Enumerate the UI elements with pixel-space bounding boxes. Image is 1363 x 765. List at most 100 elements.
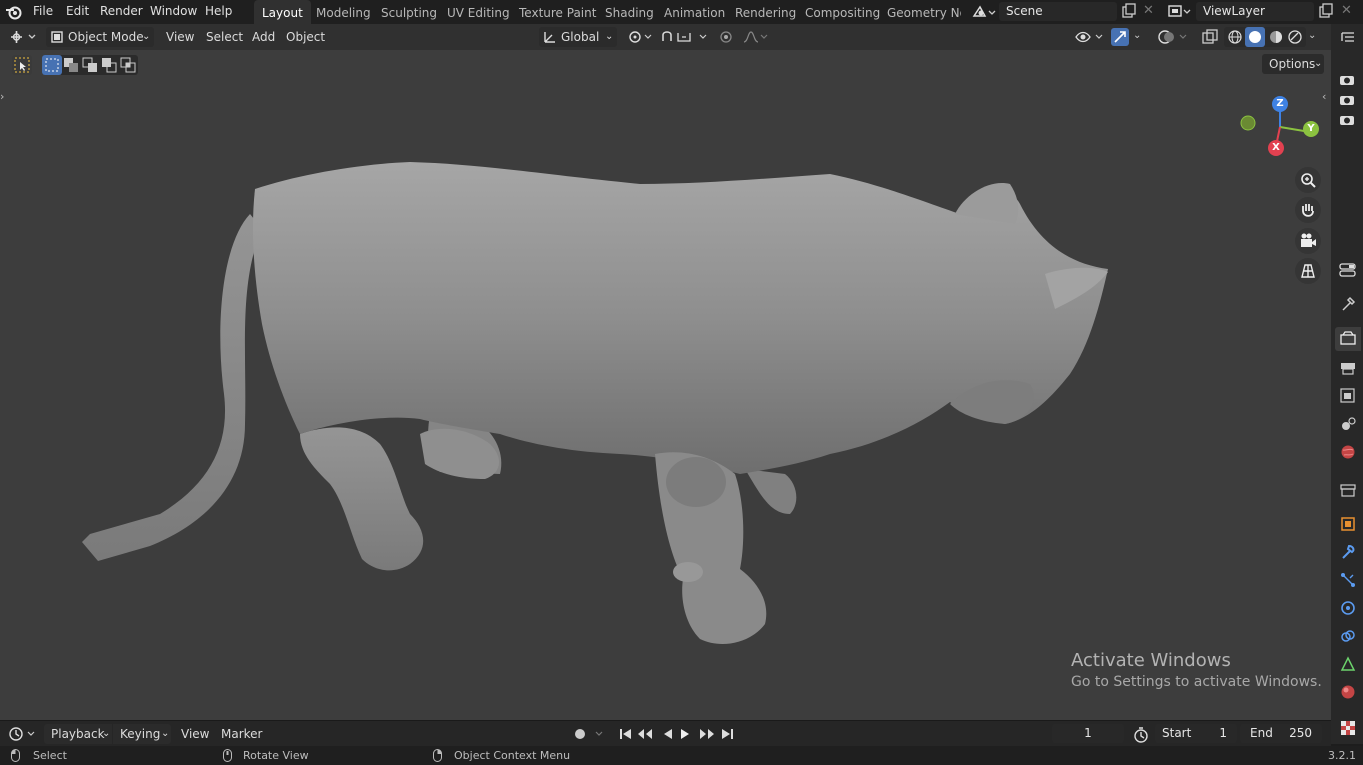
activate-windows-subtitle: Go to Settings to activate Windows.: [1071, 674, 1322, 690]
sidebar-toggle-icon[interactable]: ‹: [1322, 90, 1326, 103]
output-properties-icon[interactable]: [1340, 360, 1356, 376]
proportional-editing-icon[interactable]: [716, 29, 770, 45]
select-subtract-icon[interactable]: [82, 57, 98, 73]
end-frame-field[interactable]: End 250: [1240, 724, 1322, 743]
timeline-menu-marker[interactable]: Marker: [221, 724, 262, 744]
select-new-button[interactable]: [42, 55, 62, 75]
chevron-down-icon[interactable]: ⌄: [1133, 30, 1141, 41]
copy-scene-icon[interactable]: [1121, 3, 1137, 19]
world-properties-icon[interactable]: [1340, 444, 1356, 460]
snap-icon[interactable]: [660, 29, 712, 45]
tab-animation[interactable]: Animation: [656, 0, 733, 24]
toggle-perspective-button[interactable]: [1295, 258, 1321, 284]
copy-view-layer-icon[interactable]: [1318, 3, 1334, 19]
keying-menu[interactable]: Keying ⌄: [113, 724, 171, 744]
menu-render[interactable]: Render: [100, 4, 143, 18]
gizmo-x-axis[interactable]: X: [1268, 140, 1284, 156]
viewport-menu-view[interactable]: View: [166, 27, 194, 47]
select-intersect-icon[interactable]: [120, 57, 136, 73]
viewport-menu-select[interactable]: Select: [206, 27, 243, 47]
close-view-layer-icon[interactable]: ✕: [1341, 3, 1352, 18]
menu-window[interactable]: Window: [150, 4, 197, 18]
render-properties-tab[interactable]: [1335, 327, 1361, 351]
tab-uv-editing[interactable]: UV Editing: [439, 0, 518, 24]
chevron-down-icon[interactable]: ⌄: [1308, 30, 1316, 41]
start-frame-field[interactable]: Start 1: [1155, 724, 1237, 743]
render-icon: [1340, 331, 1356, 345]
tab-modeling[interactable]: Modeling: [308, 0, 379, 24]
menu-help[interactable]: Help: [205, 4, 232, 18]
tab-rendering[interactable]: Rendering: [727, 0, 804, 24]
select-invert-icon[interactable]: [101, 57, 117, 73]
tool-settings-icon[interactable]: [1340, 296, 1356, 312]
gizmo-z-axis[interactable]: Z: [1272, 96, 1288, 112]
select-extend-icon[interactable]: [63, 57, 79, 73]
editor-type-icon[interactable]: [8, 28, 40, 46]
timeline-menu-view[interactable]: View: [181, 724, 209, 744]
scene-selector-icon[interactable]: [972, 4, 996, 20]
solid-shading-button[interactable]: [1245, 27, 1265, 47]
modifier-properties-icon[interactable]: [1340, 544, 1356, 560]
object-properties-icon[interactable]: [1340, 516, 1356, 532]
play-icon: [681, 729, 689, 739]
pivot-point-icon[interactable]: [626, 29, 656, 45]
rendered-shading-icon[interactable]: [1287, 29, 1303, 45]
select-tool-button[interactable]: [12, 55, 32, 75]
particles-properties-icon[interactable]: [1340, 572, 1356, 588]
3d-viewport[interactable]: Z Y X ‹ › Activate Windows Go to Setting…: [0, 24, 1331, 720]
grid-icon: [1301, 264, 1315, 278]
view-layer-properties-icon[interactable]: [1340, 388, 1356, 404]
current-frame-field[interactable]: 1: [1052, 724, 1124, 743]
view-layer-field[interactable]: ViewLayer: [1196, 2, 1314, 21]
chevron-down-icon: ⌄: [102, 728, 111, 739]
auto-keying-icon[interactable]: [569, 725, 609, 743]
zoom-button[interactable]: [1295, 167, 1321, 193]
transform-orientation-dropdown[interactable]: Global ⌄: [539, 27, 617, 47]
playback-menu[interactable]: Playback ⌄: [44, 724, 112, 744]
stopwatch-icon[interactable]: [1132, 726, 1150, 744]
blender-logo-icon[interactable]: [5, 4, 23, 20]
properties-editor-icon[interactable]: [1339, 262, 1357, 278]
camera-visibility-icon[interactable]: [1339, 112, 1355, 128]
visibility-icon[interactable]: [1074, 29, 1106, 45]
menu-edit[interactable]: Edit: [66, 4, 89, 18]
camera-visibility-icon[interactable]: [1339, 92, 1355, 108]
properties-strip: [1331, 24, 1363, 744]
texture-properties-icon[interactable]: [1340, 720, 1356, 736]
viewport-menu-add[interactable]: Add: [252, 27, 275, 47]
toolbar-toggle-icon[interactable]: ›: [0, 90, 4, 103]
tab-geometry-nodes[interactable]: Geometry Noc: [879, 0, 961, 24]
outliner-icon[interactable]: [1340, 30, 1356, 46]
gizmo-toggle-button[interactable]: [1111, 28, 1129, 46]
camera-view-button[interactable]: [1295, 228, 1321, 254]
tab-compositing[interactable]: Compositing: [797, 0, 888, 24]
timeline-editor-icon[interactable]: [8, 725, 38, 743]
version-label: 3.2.1: [1328, 749, 1356, 762]
scene-name-field[interactable]: Scene: [999, 2, 1117, 21]
camera-visibility-icon[interactable]: [1339, 72, 1355, 88]
tab-layout[interactable]: Layout: [254, 0, 311, 24]
close-scene-icon[interactable]: ✕: [1143, 3, 1154, 18]
data-properties-icon[interactable]: [1340, 656, 1356, 672]
material-shading-icon[interactable]: [1268, 29, 1284, 45]
pan-button[interactable]: [1295, 197, 1321, 223]
constraints-properties-icon[interactable]: [1340, 628, 1356, 644]
wireframe-shading-icon[interactable]: [1227, 29, 1243, 45]
end-label: End: [1250, 726, 1273, 740]
object-mode-dropdown[interactable]: Object Mode ⌄: [46, 27, 154, 47]
tab-shading[interactable]: Shading: [597, 0, 662, 24]
overlays-icon[interactable]: [1156, 28, 1192, 46]
physics-properties-icon[interactable]: [1340, 600, 1356, 616]
xray-icon[interactable]: [1201, 28, 1219, 46]
tab-sculpting[interactable]: Sculpting: [373, 0, 445, 24]
view-layer-icon[interactable]: [1168, 3, 1192, 19]
tab-texture-paint[interactable]: Texture Paint: [511, 0, 604, 24]
gizmo-y-axis[interactable]: Y: [1303, 121, 1319, 137]
options-dropdown[interactable]: Options ⌄: [1262, 54, 1324, 74]
material-properties-icon[interactable]: [1340, 684, 1356, 700]
scene-properties-icon[interactable]: [1340, 416, 1356, 432]
menu-file[interactable]: File: [33, 4, 53, 18]
collection-properties-icon[interactable]: [1340, 482, 1356, 498]
viewport-menu-object[interactable]: Object: [286, 27, 325, 47]
jump-start-icon: [620, 729, 631, 739]
